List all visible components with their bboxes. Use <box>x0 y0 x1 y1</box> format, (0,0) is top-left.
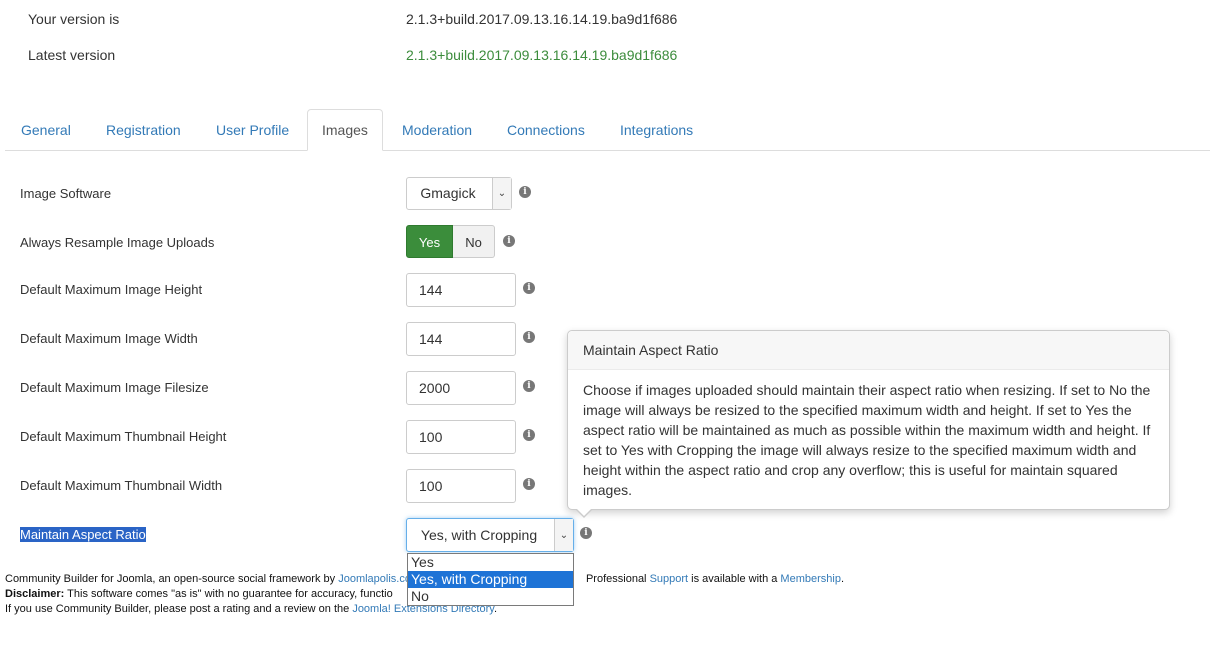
footer-text: is available with a <box>688 573 781 585</box>
disclaimer-text: This software comes "as is" with no guar… <box>64 588 393 600</box>
resample-yes-button[interactable]: Yes <box>406 225 453 258</box>
membership-link[interactable]: Membership <box>780 573 841 585</box>
tab-general[interactable]: General <box>21 110 71 150</box>
footer-text: If you use Community Builder, please pos… <box>5 603 353 615</box>
thumb-width-label: Default Maximum Thumbnail Width <box>20 478 223 493</box>
resample-no-button[interactable]: No <box>453 225 495 258</box>
info-icon[interactable]: i <box>580 527 592 539</box>
info-icon[interactable]: i <box>523 380 535 392</box>
popover-body: Choose if images uploaded should maintai… <box>583 382 1151 498</box>
info-icon[interactable]: i <box>503 235 515 247</box>
aspect-option-yes-with-cropping[interactable]: Yes, with Cropping <box>408 571 573 588</box>
your-version-label: Your version is <box>28 11 120 27</box>
latest-version-value: 2.1.3+build.2017.09.13.16.14.19.ba9d1f68… <box>406 47 678 63</box>
your-version-value: 2.1.3+build.2017.09.13.16.14.19.ba9d1f68… <box>406 11 678 27</box>
support-link[interactable]: Support <box>650 573 689 585</box>
image-software-label: Image Software <box>20 186 112 201</box>
resample-label: Always Resample Image Uploads <box>20 235 215 250</box>
chevron-down-icon: ⌄ <box>492 178 511 209</box>
popover-title: Maintain Aspect Ratio <box>568 331 1169 370</box>
tab-user-profile[interactable]: User Profile <box>216 110 289 150</box>
max-filesize-input[interactable]: 2000 <box>406 371 516 405</box>
footer-text: Community Builder for Joomla, an open-so… <box>5 573 339 585</box>
footer-text: Professional <box>585 573 650 585</box>
tab-connections[interactable]: Connections <box>507 110 585 150</box>
footer-line-2: Disclaimer: This software comes "as is" … <box>5 588 393 600</box>
info-icon[interactable]: i <box>523 282 535 294</box>
thumb-width-input[interactable]: 100 <box>406 469 516 503</box>
aspect-ratio-select[interactable]: Yes, with Cropping ⌄ <box>406 518 574 552</box>
image-software-select[interactable]: Gmagick ⌄ <box>406 177 512 210</box>
image-software-value: Gmagick <box>420 185 476 201</box>
max-filesize-label: Default Maximum Image Filesize <box>20 380 209 395</box>
aspect-ratio-dropdown: Yes Yes, with Cropping No <box>407 553 574 606</box>
latest-version-label: Latest version <box>28 47 116 63</box>
aspect-ratio-label: Maintain Aspect Ratio <box>20 527 146 542</box>
aspect-option-yes[interactable]: Yes <box>408 554 573 571</box>
aspect-ratio-popover: Maintain Aspect Ratio Choose if images u… <box>567 330 1170 518</box>
joomlapolis-link[interactable]: Joomlapolis.co <box>338 573 411 585</box>
thumb-height-label: Default Maximum Thumbnail Height <box>20 429 227 444</box>
aspect-option-no[interactable]: No <box>408 588 573 605</box>
tab-moderation[interactable]: Moderation <box>402 110 472 150</box>
max-height-label: Default Maximum Image Height <box>20 282 203 297</box>
max-height-input[interactable]: 144 <box>406 273 516 307</box>
popover-caret <box>575 508 593 518</box>
tab-images[interactable]: Images <box>307 109 383 151</box>
tab-integrations[interactable]: Integrations <box>620 110 693 150</box>
max-width-label: Default Maximum Image Width <box>20 331 198 346</box>
info-icon[interactable]: i <box>519 186 531 198</box>
tabs-divider <box>5 150 1210 151</box>
tab-registration[interactable]: Registration <box>106 110 181 150</box>
max-width-input[interactable]: 144 <box>406 322 516 356</box>
info-icon[interactable]: i <box>523 331 535 343</box>
aspect-ratio-label-text: Maintain Aspect Ratio <box>20 527 146 542</box>
thumb-height-input[interactable]: 100 <box>406 420 516 454</box>
info-icon[interactable]: i <box>523 478 535 490</box>
footer-text: . <box>840 573 845 585</box>
disclaimer-label: Disclaimer: <box>5 588 65 600</box>
info-icon[interactable]: i <box>523 429 535 441</box>
resample-toggle: Yes No <box>406 225 495 258</box>
aspect-ratio-value: Yes, with Cropping <box>420 527 538 543</box>
chevron-down-icon: ⌄ <box>554 519 573 551</box>
